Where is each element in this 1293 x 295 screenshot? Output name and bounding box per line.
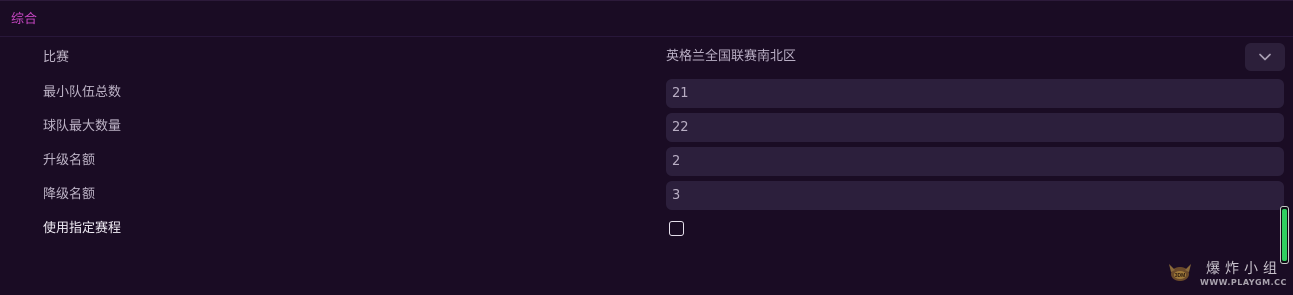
competition-dropdown-value[interactable]: 英格兰全国联赛南北区	[666, 47, 796, 67]
promotion-spots-field[interactable]: 2	[666, 147, 1284, 176]
use-specified-schedule-checkbox[interactable]	[669, 221, 684, 236]
scrollbar-thumb[interactable]	[1282, 209, 1287, 261]
min-teams-field[interactable]: 21	[666, 79, 1284, 108]
3dm-logo-icon: 3DM	[1169, 264, 1191, 281]
watermark-url: WWW.PLAYGM.CC	[1200, 278, 1287, 287]
max-teams-label: 球队最大数量	[43, 119, 122, 134]
watermark: 3DM 爆炸小组 WWW.PLAYGM.CC	[1166, 258, 1287, 290]
chevron-down-icon	[1259, 53, 1271, 61]
section-title: 综合	[11, 12, 38, 27]
scrollbar[interactable]	[1280, 206, 1289, 264]
settings-panel: 综合 比赛 英格兰全国联赛南北区 最小队伍总数 21 球队最大数量 22 升级名…	[0, 0, 1293, 295]
section-divider	[0, 36, 1293, 37]
max-teams-field[interactable]: 22	[666, 113, 1284, 142]
svg-text:3DM: 3DM	[1175, 273, 1186, 279]
promotion-spots-label: 升级名额	[43, 153, 96, 168]
use-specified-schedule-label: 使用指定赛程	[43, 221, 122, 236]
top-border	[0, 0, 1293, 1]
watermark-title: 爆炸小组	[1206, 261, 1282, 277]
min-teams-label: 最小队伍总数	[43, 85, 122, 100]
competition-label: 比赛	[43, 50, 70, 65]
relegation-spots-field[interactable]: 3	[666, 181, 1284, 210]
competition-dropdown-button[interactable]	[1245, 43, 1285, 71]
relegation-spots-label: 降级名额	[43, 187, 96, 202]
